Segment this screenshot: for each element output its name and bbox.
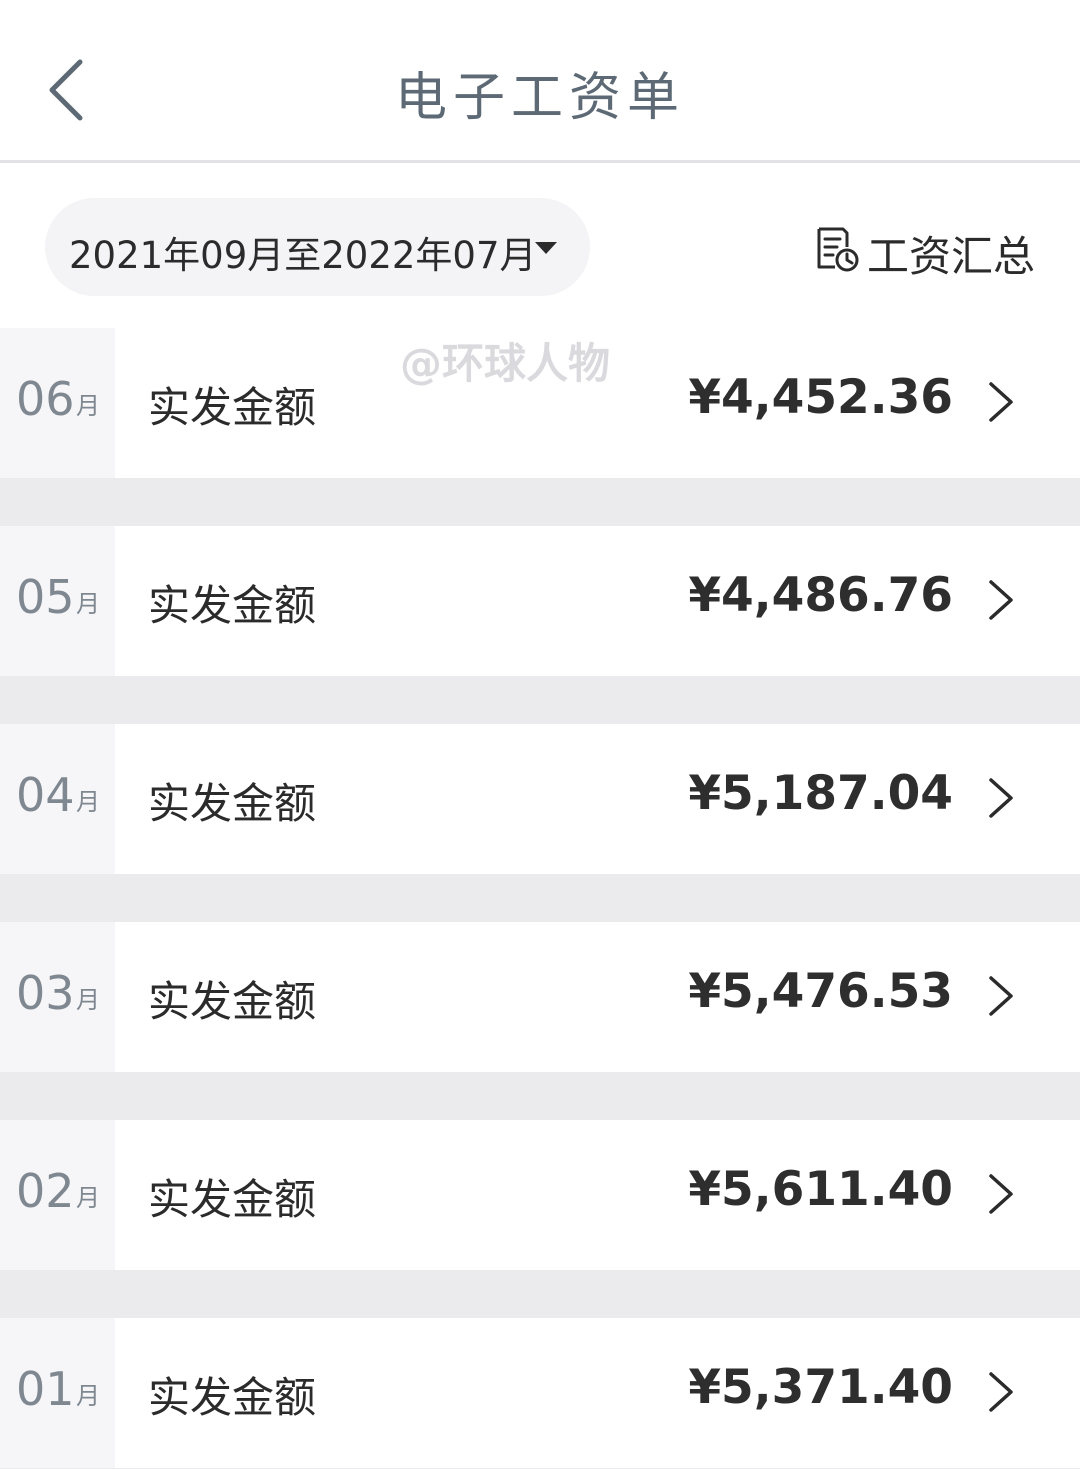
chevron-right-icon [989, 1372, 1013, 1412]
month-unit: 月 [76, 392, 100, 420]
payslip-row-05[interactable]: 05 月 实发金额 ¥4,486.76 [0, 526, 1080, 676]
payslip-row-01[interactable]: 01 月 实发金额 ¥5,371.40 [0, 1318, 1080, 1468]
period-selector[interactable]: 2021年09月至2022年07月 [45, 198, 590, 296]
net-pay-label: 实发金额 [148, 1175, 317, 1224]
month-cell: 02 月 [0, 1120, 115, 1270]
month-unit: 月 [76, 590, 100, 618]
month-number: 04 [16, 768, 75, 822]
chevron-right-icon [989, 778, 1013, 818]
net-pay-label: 实发金额 [148, 977, 317, 1026]
payslip-row-04[interactable]: 04 月 实发金额 ¥5,187.04 [0, 724, 1080, 874]
month-number: 03 [16, 966, 75, 1020]
chevron-right-icon [989, 1174, 1013, 1214]
net-pay-amount: ¥4,486.76 [688, 568, 953, 623]
month-unit: 月 [76, 788, 100, 816]
month-unit: 月 [76, 1382, 100, 1410]
payslip-row-02[interactable]: 02 月 实发金额 ¥5,611.40 [0, 1120, 1080, 1270]
net-pay-amount: ¥5,476.53 [688, 964, 953, 1019]
app-header: 电子工资单 [0, 0, 1080, 163]
chevron-right-icon [989, 580, 1013, 620]
month-number: 02 [16, 1164, 75, 1218]
chevron-right-icon [989, 382, 1013, 422]
month-cell: 06 月 [0, 328, 115, 478]
net-pay-amount: ¥4,452.36 [688, 370, 953, 425]
chevron-right-icon [989, 976, 1013, 1016]
month-number: 05 [16, 570, 75, 624]
net-pay-amount: ¥5,371.40 [688, 1360, 953, 1415]
month-cell: 05 月 [0, 526, 115, 676]
toolbar: 2021年09月至2022年07月 工资汇总 [0, 163, 1080, 328]
net-pay-amount: ¥5,611.40 [688, 1162, 953, 1217]
payslip-row-06[interactable]: 06 月 实发金额 ¥4,452.36 [0, 328, 1080, 478]
month-unit: 月 [76, 986, 100, 1014]
payslip-list: 06 月 实发金额 ¥4,452.36 05 月 实发金额 ¥4,486.76 … [0, 328, 1080, 1468]
month-number: 06 [16, 372, 75, 426]
net-pay-label: 实发金额 [148, 383, 317, 432]
document-clock-icon [817, 227, 859, 272]
payslip-row-03[interactable]: 03 月 实发金额 ¥5,476.53 [0, 922, 1080, 1072]
caret-down-icon [535, 242, 557, 254]
net-pay-label: 实发金额 [148, 1373, 317, 1422]
page-title: 电子工资单 [394, 68, 685, 128]
month-unit: 月 [76, 1184, 100, 1212]
net-pay-label: 实发金额 [148, 779, 317, 828]
net-pay-label: 实发金额 [148, 581, 317, 630]
month-cell: 04 月 [0, 724, 115, 874]
net-pay-amount: ¥5,187.04 [688, 766, 953, 821]
month-cell: 03 月 [0, 922, 115, 1072]
month-cell: 01 月 [0, 1318, 115, 1468]
month-number: 01 [16, 1362, 75, 1416]
period-label: 2021年09月至2022年07月 [69, 234, 537, 277]
salary-summary-label: 工资汇总 [867, 232, 1036, 281]
